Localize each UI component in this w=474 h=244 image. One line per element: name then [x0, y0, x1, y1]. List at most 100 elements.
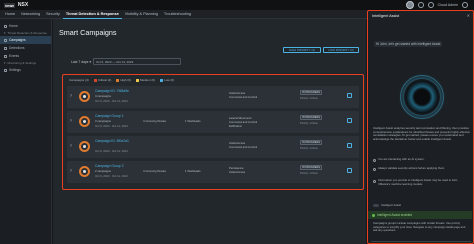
legend-swatch [136, 78, 140, 82]
tab-networking[interactable]: Networking [18, 10, 43, 19]
assist-toggle[interactable]: Intelligent Assist [373, 203, 401, 207]
info-icon [373, 167, 376, 171]
sidebar-item-events[interactable]: Events [0, 52, 51, 60]
tab-visibility[interactable]: Visibility & Planning [122, 10, 161, 19]
campaign-count: 4 campaigns [95, 94, 111, 98]
top-bar: vmw NSX Cloud Admin [0, 0, 474, 10]
tab-security[interactable]: Security [43, 10, 63, 19]
disclaimer-text: Information you provide to Intelligent A… [378, 178, 458, 186]
campaign-date: Oct 9, 2023 - Oct 11, 2023 [95, 99, 128, 103]
low-priority-button[interactable]: LOW PRIORITY (0) [323, 47, 359, 53]
campaign-tactics: Lateral Movement Command and Control Exf… [229, 116, 258, 128]
campaign-name[interactable]: Campaign Group 1 [95, 114, 124, 118]
legend-low[interactable]: Low (0) [160, 78, 174, 82]
intelligent-assist-icon[interactable] [405, 1, 414, 9]
disclaimer-item: You are interacting with an AI system. [373, 157, 470, 162]
campaign-row[interactable]: › Campaign ID: 7f68a9e 4 campaigns Oct 9… [67, 86, 359, 108]
sidebar-item-home[interactable]: Home [0, 22, 51, 30]
page-title: Smart Campaigns [59, 28, 117, 37]
priority-text: Priority: Critical [300, 97, 318, 100]
status-badge: IN PROGRESS [300, 90, 323, 95]
user-menu[interactable]: Cloud Admin [438, 3, 458, 7]
severity-legend: Campaigns (4) Critical (4) High (0) Medi… [69, 78, 174, 82]
assist-orb-icon [404, 79, 440, 115]
campaign-icon [4, 38, 7, 42]
campaign-row[interactable]: › Campaign ID: 5f0e2a1 Oct 9, 2023 - Oct… [67, 136, 359, 158]
vendor-logo: vmw [4, 2, 15, 8]
tab-threat-detection[interactable]: Threat Detection & Response [62, 10, 122, 19]
enabled-label: Intelligent Assist enabled [377, 213, 413, 217]
tab-troubleshooting[interactable]: Troubleshooting [161, 10, 194, 19]
campaign-hosts: 1 Workloads [185, 169, 201, 173]
edit-icon[interactable] [347, 93, 352, 98]
high-priority-button[interactable]: HIGH PRIORITY (3) [283, 47, 321, 53]
gear-icon [4, 68, 7, 72]
campaigns-panel: Campaigns (4) Critical (4) High (0) Medi… [62, 74, 364, 190]
chevron-right-icon[interactable]: › [70, 118, 72, 124]
sidebar-item-label: Campaigns [9, 38, 26, 42]
campaign-tactics: Persistence Initial Access [229, 166, 246, 174]
product-name[interactable]: NSX [18, 2, 28, 8]
status-badge: IN PROGRESS [300, 140, 323, 145]
assist-title: Intelligent Assist [372, 14, 400, 18]
legend-medium[interactable]: Medium (0) [136, 78, 155, 82]
priority-text: Priority: Critical [300, 147, 318, 150]
legend-high[interactable]: High (0) [116, 78, 131, 82]
edit-icon[interactable] [347, 143, 352, 148]
campaign-date: Oct 9, 2023 - Oct 11, 2023 [95, 149, 128, 153]
campaign-tactics: Initial Access Command and Control [229, 91, 258, 99]
sidebar-item-campaigns[interactable]: Campaigns [0, 36, 51, 44]
toggle-switch[interactable] [373, 203, 379, 207]
date-range-picker[interactable]: Oct 6, 2023 — Oct 13, 2023 [93, 58, 181, 65]
assist-outro: Campaigns groups include campaigns with … [373, 221, 466, 233]
events-icon [4, 54, 7, 58]
tab-home[interactable]: Home [2, 10, 18, 19]
legend-label: Critical (4) [97, 78, 112, 82]
legend-swatch [116, 78, 120, 82]
severity-donut [79, 166, 90, 177]
campaign-row[interactable]: › Campaign Group 2 2 campaigns Oct 9, 20… [67, 161, 359, 183]
sidebar-item-detections[interactable]: Detections [0, 44, 51, 52]
campaign-tactics: Initial Access Command and Control [229, 141, 258, 149]
main-content: Smart Campaigns HIGH PRIORITY (3) LOW PR… [53, 19, 366, 244]
edit-icon[interactable] [347, 118, 352, 123]
campaign-name[interactable]: Campaign Group 2 [95, 164, 124, 168]
legend-label: Medium (0) [140, 78, 156, 82]
top-right-tools: Cloud Admin [405, 1, 468, 9]
priority-text: Priority: Critical [300, 172, 318, 175]
assist-enabled-banner: Intelligent Assist enabled [368, 211, 472, 219]
check-circle-icon [372, 213, 375, 217]
close-icon[interactable]: ✕ [467, 13, 470, 18]
sidebar: Home ▾ Threat Detection & Response Campa… [0, 19, 52, 244]
legend-title: Campaigns (4) [69, 78, 89, 82]
disclaimer-item: Always validate security actions before … [373, 166, 470, 171]
chevron-down-icon: ▾ [89, 60, 92, 64]
legend-critical[interactable]: Critical (4) [93, 78, 112, 82]
disclaimer-text: Always validate security actions before … [378, 166, 446, 170]
time-filter[interactable]: Last 7 days ▾ [71, 60, 91, 64]
campaign-row[interactable]: › Campaign Group 1 3 campaigns Oct 9, 20… [67, 111, 359, 133]
legend-swatch [93, 78, 97, 82]
chevron-right-icon[interactable]: › [70, 168, 72, 174]
severity-donut [79, 91, 90, 102]
help-icon[interactable] [427, 2, 434, 8]
legend-label: High (0) [120, 78, 132, 82]
campaign-hosts: 1 Workloads [185, 119, 201, 123]
sidebar-item-settings[interactable]: Settings [0, 66, 51, 74]
info-icon [373, 158, 376, 162]
notifications-icon[interactable] [417, 2, 424, 8]
intelligent-assist-panel: Intelligent Assist ✕ Hi John, let's get … [367, 10, 474, 244]
chevron-right-icon[interactable]: › [70, 143, 72, 149]
sidebar-item-label: Home [9, 24, 18, 28]
campaign-name[interactable]: Campaign ID: 7f68a9e [95, 89, 129, 93]
edit-icon[interactable] [347, 168, 352, 173]
sidebar-item-label: Settings [9, 68, 21, 72]
chevron-right-icon[interactable]: › [70, 93, 72, 99]
severity-donut [79, 116, 90, 127]
disclaimer-text: You are interacting with an AI system. [378, 157, 425, 161]
severity-donut [79, 141, 90, 152]
campaign-name[interactable]: Campaign ID: 5f0e2a1 [95, 139, 129, 143]
settings-icon[interactable] [462, 2, 468, 8]
chevron-down-icon: ▾ [4, 31, 6, 35]
priority-text: Priority: Critical [300, 122, 318, 125]
